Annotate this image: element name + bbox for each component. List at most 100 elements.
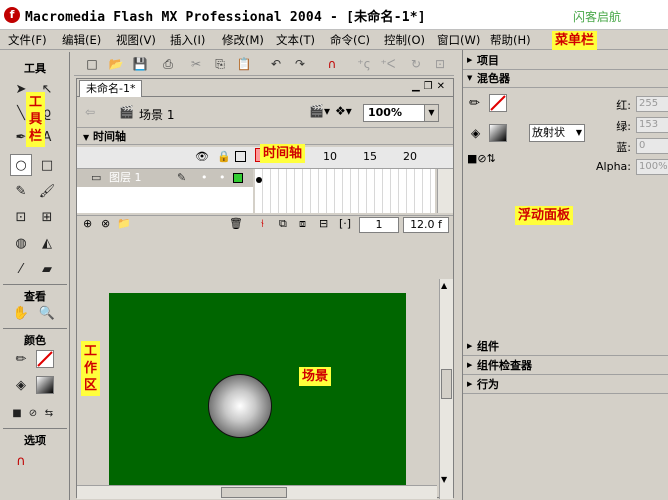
lock-dot-icon[interactable]: • (219, 169, 226, 187)
save-icon[interactable]: 💾 (132, 56, 148, 72)
menu-text[interactable]: 文本(T) (276, 32, 315, 48)
menu-help[interactable]: 帮助(H) (490, 32, 531, 48)
smooth-icon[interactable]: ⁺ς (356, 56, 372, 72)
frame-grid[interactable] (255, 169, 435, 213)
timeline-vscroll[interactable] (437, 169, 453, 213)
frame-rate-field: 12.0 f (403, 217, 449, 233)
outline-color-swatch[interactable] (233, 173, 243, 183)
red-field[interactable]: 255 (636, 96, 668, 112)
green-field[interactable]: 153 (636, 117, 668, 133)
menu-window[interactable]: 窗口(W) (437, 32, 480, 48)
menu-file[interactable]: 文件(F) (8, 32, 47, 48)
stroke-color-swatch[interactable] (36, 350, 54, 368)
lock-icon[interactable]: 🔒 (217, 150, 231, 163)
menu-control[interactable]: 控制(O) (384, 32, 425, 48)
vscroll-thumb[interactable] (441, 369, 452, 399)
cut-icon[interactable]: ✂ (188, 56, 204, 72)
watermark-text: 闪客启航 (573, 10, 622, 24)
zoom-select[interactable]: 100% ▼ (363, 104, 439, 122)
edit-multiple-icon[interactable]: ⊟ (319, 217, 328, 230)
blue-field[interactable]: 0 (636, 138, 668, 154)
swap-colors-icon[interactable]: ■⊘⇅ (467, 152, 496, 165)
paint-bucket-tool-icon[interactable]: ◭ (36, 232, 58, 254)
back-arrow-icon[interactable]: ⇦ (85, 105, 95, 119)
menu-modify[interactable]: 修改(M) (222, 32, 264, 48)
add-layer-icon[interactable]: ⊕ (83, 217, 92, 230)
eyedropper-tool-icon[interactable]: ⁄ (10, 258, 32, 280)
print-icon[interactable]: ⎙ (160, 56, 176, 72)
outline-icon[interactable] (235, 151, 246, 162)
brush-tool-icon[interactable]: 🖌 (36, 180, 58, 202)
fill-bucket-icon: ◈ (471, 126, 481, 140)
fill-color-icon[interactable]: ◈ (10, 374, 32, 396)
onion-outline-icon[interactable]: ⧈ (299, 217, 306, 231)
pencil-tool-icon[interactable]: ✎ (10, 180, 32, 202)
document-area: □ 📂 💾 ⎙ ✂ ⎘ 📋 ↶ ↷ ∩ ⁺ς ⁺ᐸ ↻ ⊡ 未命名-1* ▁❐✕… (74, 52, 454, 500)
rectangle-tool-icon[interactable]: □ (36, 154, 58, 176)
fill-type-select[interactable]: 放射状 ▼ (529, 124, 585, 142)
mixer-fill-swatch[interactable] (489, 124, 507, 142)
timeline-status-bar: ⊕ ⊗ 📁 🗑 ⫮ ⧉ ⧈ ⊟ [·] 1 12.0 f (77, 215, 453, 233)
ink-bottle-tool-icon[interactable]: ◍ (10, 232, 32, 254)
modify-markers-icon[interactable]: [·] (339, 217, 351, 230)
layer-row[interactable]: ▭ 图层 1 ✎ • • (77, 169, 253, 187)
stage-vscroll[interactable]: ▲ ▼ (439, 279, 453, 499)
delete-layer-icon[interactable]: 🗑 (229, 217, 243, 230)
keyframe[interactable] (256, 173, 262, 183)
panel-project-header[interactable]: 项目 (463, 52, 668, 70)
scroll-down-icon[interactable]: ▼ (441, 475, 447, 484)
paste-icon[interactable]: 📋 (236, 56, 252, 72)
show-hide-icon[interactable]: 👁 (195, 150, 209, 163)
snap-magnet-icon[interactable]: ∩ (324, 56, 340, 72)
menu-insert[interactable]: 插入(I) (170, 32, 205, 48)
center-frame-icon[interactable]: ⫮ (261, 217, 264, 231)
copy-icon[interactable]: ⎘ (212, 56, 228, 72)
onion-skin-icon[interactable]: ⧉ (279, 217, 287, 231)
options-heading: 选项 (24, 434, 46, 447)
rotate-icon[interactable]: ↻ (408, 56, 424, 72)
redo-icon[interactable]: ↷ (292, 56, 308, 72)
minimize-icon[interactable]: ▁ (412, 81, 424, 92)
hscroll-thumb[interactable] (221, 487, 287, 498)
fill-transform-tool-icon[interactable]: ⊞ (36, 206, 58, 228)
menu-view[interactable]: 视图(V) (116, 32, 156, 48)
add-folder-icon[interactable]: 📁 (117, 217, 131, 230)
snap-magnet-icon[interactable]: ∩ (10, 450, 32, 472)
edit-symbol-icon[interactable]: ❖▾ (335, 104, 352, 118)
work-area[interactable]: 场景 工作区 (77, 279, 437, 499)
mixer-stroke-swatch[interactable] (489, 94, 507, 112)
panel-behaviors-header[interactable]: 行为 (463, 376, 668, 394)
eraser-tool-icon[interactable]: ▰ (36, 258, 58, 280)
visibility-dot-icon[interactable]: • (201, 169, 208, 187)
chevron-down-icon[interactable]: ▼ (424, 105, 438, 121)
divider (3, 428, 67, 429)
stroke-color-icon[interactable]: ✏ (10, 348, 32, 370)
alpha-field[interactable]: 100% (636, 159, 668, 175)
fill-color-swatch[interactable] (36, 376, 54, 394)
undo-icon[interactable]: ↶ (268, 56, 284, 72)
straighten-icon[interactable]: ⁺ᐸ (380, 56, 396, 72)
new-file-icon[interactable]: □ (84, 56, 100, 72)
panel-mixer-header[interactable]: 混色器 (463, 70, 668, 88)
open-file-icon[interactable]: 📂 (108, 56, 124, 72)
hand-tool-icon[interactable]: ✋ (10, 302, 32, 324)
stage-hscroll[interactable] (77, 485, 437, 499)
zoom-tool-icon[interactable]: 🔍 (36, 302, 58, 324)
scroll-up-icon[interactable]: ▲ (441, 281, 447, 290)
menu-commands[interactable]: 命令(C) (330, 32, 370, 48)
stage[interactable]: 场景 (109, 293, 406, 490)
panel-component-inspector-header[interactable]: 组件检查器 (463, 357, 668, 375)
restore-icon[interactable]: ❐ (424, 81, 437, 92)
add-guide-layer-icon[interactable]: ⊗ (101, 217, 110, 230)
radial-gradient-circle[interactable] (208, 374, 272, 438)
free-transform-tool-icon[interactable]: ⊡ (10, 206, 32, 228)
timeline-header[interactable]: ▼ 时间轴 (77, 129, 453, 145)
panel-components-header[interactable]: 组件 (463, 338, 668, 356)
close-icon[interactable]: ✕ (437, 81, 449, 92)
menu-edit[interactable]: 编辑(E) (62, 32, 101, 48)
swap-colors-icon[interactable]: ⇆ (38, 402, 60, 424)
oval-tool-icon[interactable]: ○ (10, 154, 32, 176)
edit-scene-icon[interactable]: 🎬▾ (309, 104, 330, 118)
document-tab[interactable]: 未命名-1* (79, 80, 143, 97)
scale-icon[interactable]: ⊡ (432, 56, 448, 72)
